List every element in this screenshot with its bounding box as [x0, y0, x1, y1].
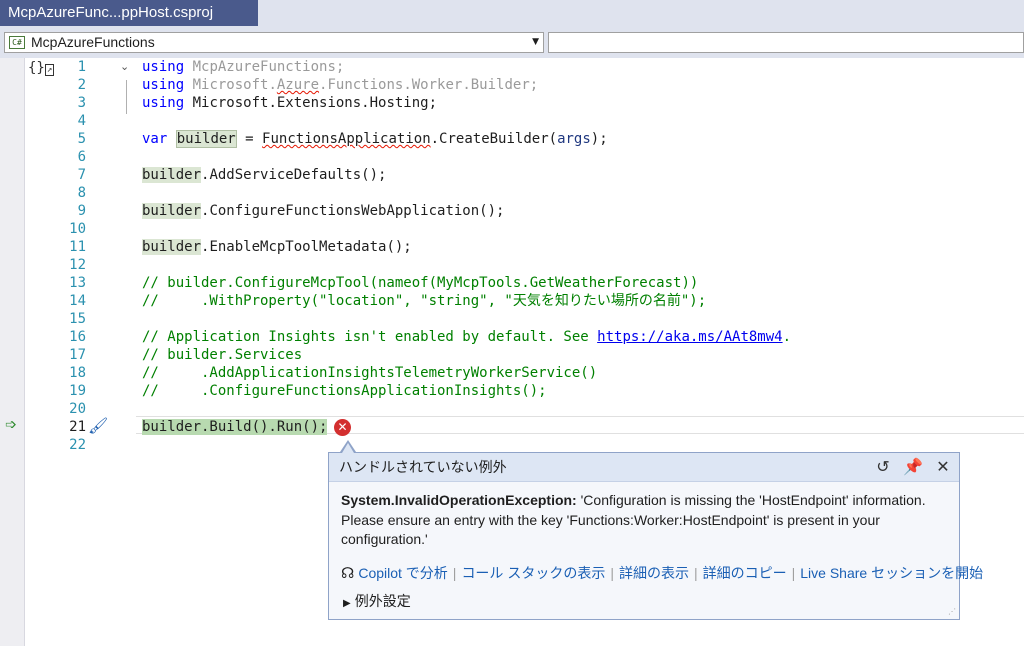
document-tab-bar: McpAzureFunc...ppHost.csproj [0, 0, 1024, 28]
member-dropdown[interactable] [548, 32, 1024, 53]
code-line-2: using Microsoft.Azure.Functions.Worker.B… [142, 77, 539, 93]
copilot-icon: ☊ [341, 565, 355, 582]
line-number: 11 [69, 239, 86, 255]
code-line-14: // .WithProperty("location", "string", "… [142, 293, 707, 309]
line-number: 18 [69, 365, 86, 381]
code-line-3: using Microsoft.Extensions.Hosting; [142, 95, 438, 111]
code-line-18: // .AddApplicationInsightsTelemetryWorke… [142, 365, 598, 381]
exception-type: System.InvalidOperationException: [341, 492, 577, 508]
line-number: 9 [77, 203, 86, 219]
line-number: 17 [69, 347, 86, 363]
code-line-17: // builder.Services [142, 347, 303, 363]
pin-icon[interactable]: 📌 [901, 455, 925, 479]
expand-triangle-icon: ▶ [343, 598, 351, 609]
line-number: 8 [77, 185, 86, 201]
popup-actions: ☊ Copilot で分析 | コール スタックの表示 | 詳細の表示 | 詳細のコピー | Li… [341, 565, 984, 582]
popup-header: ハンドルされていない例外 ↺ 📌 ✕ [329, 453, 959, 482]
code-line-9: builder.ConfigureFunctionsWebApplication… [142, 203, 505, 219]
execution-arrow-icon: ➩ [5, 417, 17, 433]
close-icon[interactable]: ✕ [931, 455, 955, 479]
code-line-5: var builder = FunctionsApplication.Creat… [142, 130, 608, 148]
code-line-21: builder.Build().Run(); [142, 419, 328, 435]
line-number: 19 [69, 383, 86, 399]
quick-action-brush-icon[interactable]: 🖌 [88, 418, 108, 434]
code-line-11: builder.EnableMcpToolMetadata(); [142, 239, 412, 255]
outline-guide [126, 80, 127, 114]
chevron-down-icon: ▼ [532, 37, 539, 47]
collapse-chevron-icon[interactable]: ⌄ [120, 60, 129, 73]
line-number: 16 [69, 329, 86, 345]
csharp-project-icon: C# [9, 36, 25, 49]
line-number: 3 [77, 95, 86, 111]
line-number: 22 [69, 437, 86, 453]
code-line-16: // Application Insights isn't enabled by… [142, 329, 792, 345]
line-number: 2 [77, 77, 86, 93]
project-dropdown[interactable]: C# McpAzureFunctions ▼ [4, 32, 544, 53]
line-number: 1 [77, 59, 86, 75]
history-icon[interactable]: ↺ [871, 455, 895, 479]
exception-settings-toggle[interactable]: ▶ 例外設定 [343, 591, 411, 614]
code-line-7: builder.AddServiceDefaults(); [142, 167, 387, 183]
document-tab[interactable]: McpAzureFunc...ppHost.csproj [0, 0, 258, 26]
popup-pointer-inner [342, 443, 354, 453]
line-number: 15 [69, 311, 86, 327]
view-details-link[interactable]: 詳細の表示 [619, 565, 689, 581]
copilot-analyze-link[interactable]: Copilot で分析 [358, 565, 447, 581]
resize-grip-icon[interactable]: ⋰ [948, 608, 956, 616]
line-number: 21 [69, 419, 86, 435]
exception-message: System.InvalidOperationException: 'Confi… [341, 492, 926, 547]
navigation-bar: C# McpAzureFunctions ▼ [0, 28, 1024, 58]
line-number: 10 [69, 221, 86, 237]
line-number: 5 [77, 131, 86, 147]
code-line-13: // builder.ConfigureMcpTool(nameof(MyMcp… [142, 275, 699, 291]
line-number: 13 [69, 275, 86, 291]
docs-link[interactable]: https://aka.ms/AAt8mw4 [597, 329, 782, 345]
project-name: McpAzureFunctions [31, 34, 155, 50]
popup-title: ハンドルされていない例外 [339, 459, 507, 475]
line-number: 14 [69, 293, 86, 309]
line-number: 20 [69, 401, 86, 417]
copy-details-link[interactable]: 詳細のコピー [703, 565, 787, 581]
exception-helper-popup: ハンドルされていない例外 ↺ 📌 ✕ System.InvalidOperati… [328, 452, 984, 620]
live-share-link[interactable]: Live Share セッションを開始 [800, 565, 983, 581]
line-number: 7 [77, 167, 86, 183]
line-number: 6 [77, 149, 86, 165]
error-icon[interactable]: ✕ [334, 419, 351, 436]
code-line-19: // .ConfigureFunctionsApplicationInsight… [142, 383, 547, 399]
callstack-link[interactable]: コール スタックの表示 [461, 565, 605, 581]
line-number: 4 [77, 113, 86, 129]
code-line-1: using McpAzureFunctions; [142, 59, 345, 75]
indicator-margin[interactable] [0, 58, 25, 646]
line-number: 12 [69, 257, 86, 273]
